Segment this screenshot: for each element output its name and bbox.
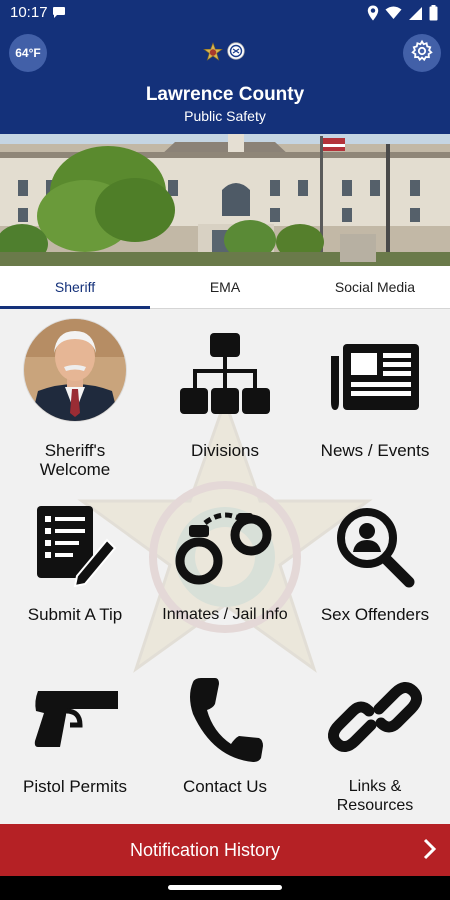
tile-sex-offenders[interactable]: Sex Offenders	[300, 495, 450, 635]
signal-icon	[408, 6, 423, 26]
tile-label-text: Links & Resources	[336, 778, 414, 814]
tab-sheriff-label: Sheriff	[54, 279, 96, 295]
weather-badge[interactable]: 64°F	[9, 34, 47, 72]
person-search-icon	[337, 508, 415, 588]
tile-label: Sheriff's Welcome	[0, 441, 150, 479]
tile-divisions[interactable]: Divisions	[150, 317, 300, 477]
tile-news-events[interactable]: News / Events	[300, 317, 450, 477]
tab-social-media[interactable]: Social Media	[300, 266, 450, 308]
tab-sheriff[interactable]: Sheriff	[0, 266, 150, 309]
tile-links-resources[interactable]: Links & Resources	[300, 665, 450, 815]
phone-icon	[190, 678, 263, 762]
app-subtitle: Public Safety	[184, 108, 266, 124]
pistol-icon	[34, 691, 118, 747]
tile-label: Contact Us	[182, 777, 268, 796]
tile-label: Submit A Tip	[27, 605, 123, 624]
notification-history-button[interactable]: Notification History	[0, 824, 450, 876]
tile-inmates-jail-info[interactable]: Inmates / Jail Info	[150, 495, 300, 635]
tab-bar: Sheriff EMA Social Media	[0, 266, 450, 309]
tab-ema[interactable]: EMA	[150, 266, 300, 308]
tile-sheriffs-welcome[interactable]: Sheriff's Welcome	[0, 317, 150, 479]
tile-label: Inmates / Jail Info	[162, 606, 288, 623]
tile-label-text: Sheriff's Welcome	[39, 441, 111, 479]
gear-icon	[410, 39, 434, 68]
menu-grid: Sheriff's Welcome Divisions News / Event…	[0, 309, 450, 824]
ema-seal-logo-icon	[227, 42, 245, 67]
handcuffs-icon	[175, 512, 272, 585]
tile-label: News / Events	[320, 441, 430, 460]
courthouse-hero-image	[0, 134, 450, 266]
status-bar: 10:17	[0, 0, 450, 26]
link-icon	[328, 682, 422, 752]
tab-social-media-label: Social Media	[334, 279, 416, 295]
tab-ema-label: EMA	[209, 279, 241, 295]
settings-button[interactable]	[403, 34, 441, 72]
tile-label: Pistol Permits	[23, 777, 127, 796]
wifi-icon	[385, 6, 402, 25]
status-time: 10:17	[10, 4, 48, 21]
tile-contact-us[interactable]: Contact Us	[150, 665, 300, 815]
temperature-text: 64°F	[15, 46, 41, 60]
tile-label: Links & Resources	[300, 777, 450, 815]
chevron-right-icon	[422, 837, 438, 866]
notification-history-label: Notification History	[129, 840, 281, 860]
tile-label: Divisions	[190, 441, 260, 460]
location-icon	[367, 5, 379, 26]
battery-icon	[429, 5, 438, 26]
chat-notification-icon	[52, 6, 66, 24]
app-title: Lawrence County	[145, 84, 305, 105]
system-nav-bar	[0, 876, 450, 900]
org-chart-icon	[180, 333, 270, 414]
tile-label: Sex Offenders	[320, 605, 430, 624]
header-logos	[203, 42, 245, 67]
newspaper-icon	[331, 344, 419, 410]
tile-pistol-permits[interactable]: Pistol Permits	[0, 665, 150, 815]
app-header: 64°F Lawrence County Public Safety	[0, 26, 450, 134]
home-gesture-pill[interactable]	[168, 885, 282, 890]
sheriff-portrait	[23, 318, 127, 422]
tile-submit-a-tip[interactable]: Submit A Tip	[0, 495, 150, 635]
document-pen-icon	[37, 506, 117, 588]
sheriff-badge-logo-icon	[203, 42, 223, 67]
